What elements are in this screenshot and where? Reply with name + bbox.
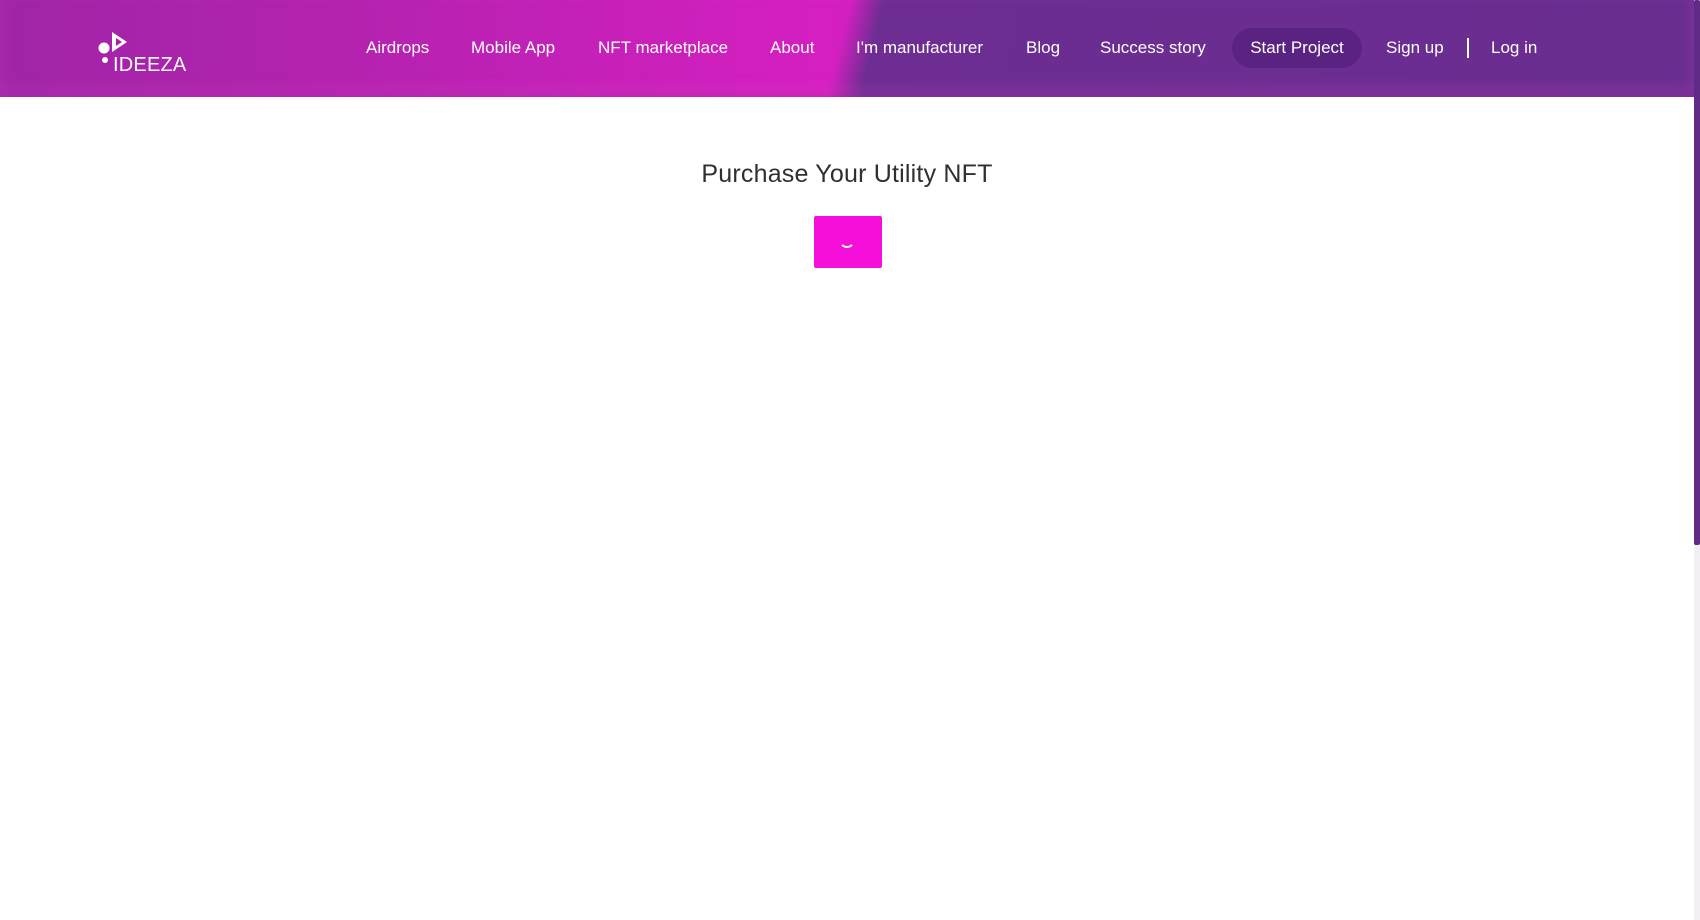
spinner-icon bbox=[839, 232, 855, 248]
site-header: IDEEZA Airdrops Mobile App NFT marketpla… bbox=[0, 0, 1694, 97]
nav-item-airdrops[interactable]: Airdrops bbox=[366, 28, 429, 68]
ideeza-logo[interactable]: IDEEZA bbox=[98, 29, 193, 73]
start-project-button[interactable]: Start Project bbox=[1232, 28, 1362, 68]
logo-dot-large bbox=[98, 42, 110, 54]
sign-up-link[interactable]: Sign up bbox=[1386, 28, 1444, 68]
nav-item-nft-marketplace[interactable]: NFT marketplace bbox=[598, 28, 728, 68]
nav-item-about[interactable]: About bbox=[770, 28, 814, 68]
page-title: Purchase Your Utility NFT bbox=[701, 160, 993, 188]
nav-item-mobile-app[interactable]: Mobile App bbox=[471, 28, 555, 68]
play-icon bbox=[112, 32, 127, 52]
nav-divider bbox=[1467, 38, 1469, 58]
logo-wordmark: IDEEZA bbox=[113, 54, 187, 73]
nav-item-success-story[interactable]: Success story bbox=[1100, 28, 1206, 68]
logo-dot-small bbox=[102, 57, 108, 63]
loading-button[interactable] bbox=[814, 216, 882, 268]
page: IDEEZA Airdrops Mobile App NFT marketpla… bbox=[0, 0, 1700, 920]
scrollbar-thumb[interactable] bbox=[1694, 0, 1700, 545]
vertical-scrollbar[interactable] bbox=[1694, 0, 1700, 920]
log-in-link[interactable]: Log in bbox=[1491, 28, 1537, 68]
nav-item-blog[interactable]: Blog bbox=[1026, 28, 1060, 68]
nav-item-manufacturer[interactable]: I'm manufacturer bbox=[856, 28, 983, 68]
